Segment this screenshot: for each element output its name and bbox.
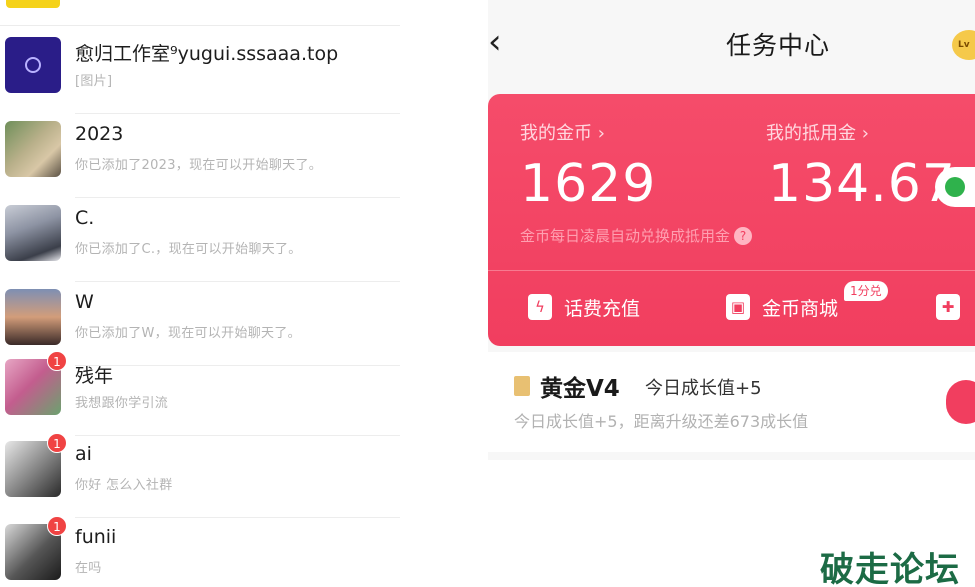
my-coins-link[interactable]: 我的金币 ›	[520, 119, 605, 145]
lightning-icon: ϟ	[528, 294, 552, 320]
divider	[75, 281, 400, 282]
gift-icon: ✚	[936, 294, 960, 320]
chat-name: 残年	[75, 365, 114, 387]
avatar	[5, 37, 61, 93]
divider	[75, 197, 400, 198]
studio-logo-icon	[25, 57, 41, 73]
coins-value: 1629	[520, 154, 657, 214]
chat-name: W	[75, 291, 94, 313]
chat-preview: 在吗	[75, 561, 102, 576]
chat-name: 2023	[75, 123, 124, 145]
chat-list-item[interactable]: 1 funii 在吗	[0, 516, 488, 587]
chat-name: funii	[75, 526, 117, 548]
unread-badge: 1	[47, 516, 67, 536]
divider	[75, 113, 400, 114]
divider	[488, 270, 975, 271]
avatar	[5, 205, 61, 261]
chat-name: 愈归工作室⁹yugui.sssaaa.top	[75, 43, 339, 65]
chat-list-item[interactable]: 愈归工作室⁹yugui.sssaaa.top [图片]	[0, 37, 488, 117]
chat-name: C.	[75, 207, 95, 229]
avatar	[5, 289, 61, 345]
task-center-panel: ‹ 任务中心 Lv 我的金币 › 1629 我的抵用金 › 134.67 金币每…	[488, 0, 975, 587]
chat-list-item[interactable]: 1 残年 我想跟你学引流	[0, 351, 488, 439]
chat-name: ai	[75, 443, 92, 465]
chat-list-item[interactable]: 2023 你已添加了2023，现在可以开始聊天了。	[0, 121, 488, 201]
unread-badge: 1	[47, 351, 67, 371]
ticket-icon: ▣	[726, 294, 750, 320]
back-button[interactable]: ‹	[488, 22, 518, 62]
wechat-withdraw-button[interactable]	[935, 167, 975, 207]
upgrade-progress-text: 今日成长值+5，距离升级还差673成长值	[514, 412, 809, 431]
member-level-card[interactable]: 黄金V4 今日成长值+5 今日成长值+5，距离升级还差673成长值	[488, 352, 975, 452]
forum-watermark: 破走论坛	[820, 550, 960, 587]
divider	[0, 25, 400, 26]
my-deduct-link[interactable]: 我的抵用金 ›	[766, 119, 869, 145]
level-badge-icon[interactable]: Lv	[952, 30, 975, 60]
exchange-hint: 金币每日凌晨自动兑换成抵用金?	[520, 225, 753, 246]
action-label: 金币商城	[762, 297, 839, 320]
today-growth: 今日成长值+5	[645, 378, 762, 399]
chat-preview: [图片]	[75, 74, 113, 89]
wechat-icon	[945, 177, 965, 197]
unread-badge: 1	[47, 433, 67, 453]
action-label: 话费充值	[564, 297, 641, 320]
divider	[75, 517, 400, 518]
chat-list-item[interactable]: C. 你已添加了C.，现在可以开始聊天了。	[0, 205, 488, 285]
help-icon[interactable]: ?	[734, 227, 753, 245]
chat-preview: 你好 怎么入社群	[75, 478, 173, 493]
level-action-button[interactable]	[946, 380, 975, 424]
chat-list-item[interactable]: W 你已添加了W，现在可以开始聊天了。	[0, 289, 488, 369]
partial-avatar-top	[6, 0, 60, 8]
chat-list-panel: 愈归工作室⁹yugui.sssaaa.top [图片] 2023 你已添加了20…	[0, 0, 488, 587]
gold-medal-icon	[514, 376, 530, 396]
divider	[75, 435, 400, 436]
exchange-hint-text: 金币每日凌晨自动兑换成抵用金	[520, 227, 731, 245]
avatar	[5, 121, 61, 177]
level-name: 黄金V4	[540, 376, 620, 402]
wallet-card: 我的金币 › 1629 我的抵用金 › 134.67 金币每日凌晨自动兑换成抵用…	[488, 94, 975, 346]
page-title: 任务中心	[726, 31, 831, 60]
chat-preview: 你已添加了2023，现在可以开始聊天了。	[75, 158, 323, 173]
chat-preview: 我想跟你学引流	[75, 396, 169, 411]
mall-tag-badge: 1分兑	[844, 281, 888, 301]
deduct-value: 134.67	[768, 154, 956, 214]
coin-mall-button[interactable]: ▣ 金币商城	[726, 290, 838, 324]
chat-list-item[interactable]: 1 ai 你好 怎么入社群	[0, 433, 488, 521]
chat-preview: 你已添加了W，现在可以开始聊天了。	[75, 326, 301, 341]
chat-preview: 你已添加了C.，现在可以开始聊天了。	[75, 242, 302, 257]
phone-recharge-button[interactable]: ϟ 话费充值	[528, 290, 640, 324]
nav-bar: ‹ 任务中心 Lv	[488, 0, 975, 90]
gift-button[interactable]: ✚	[936, 290, 972, 324]
